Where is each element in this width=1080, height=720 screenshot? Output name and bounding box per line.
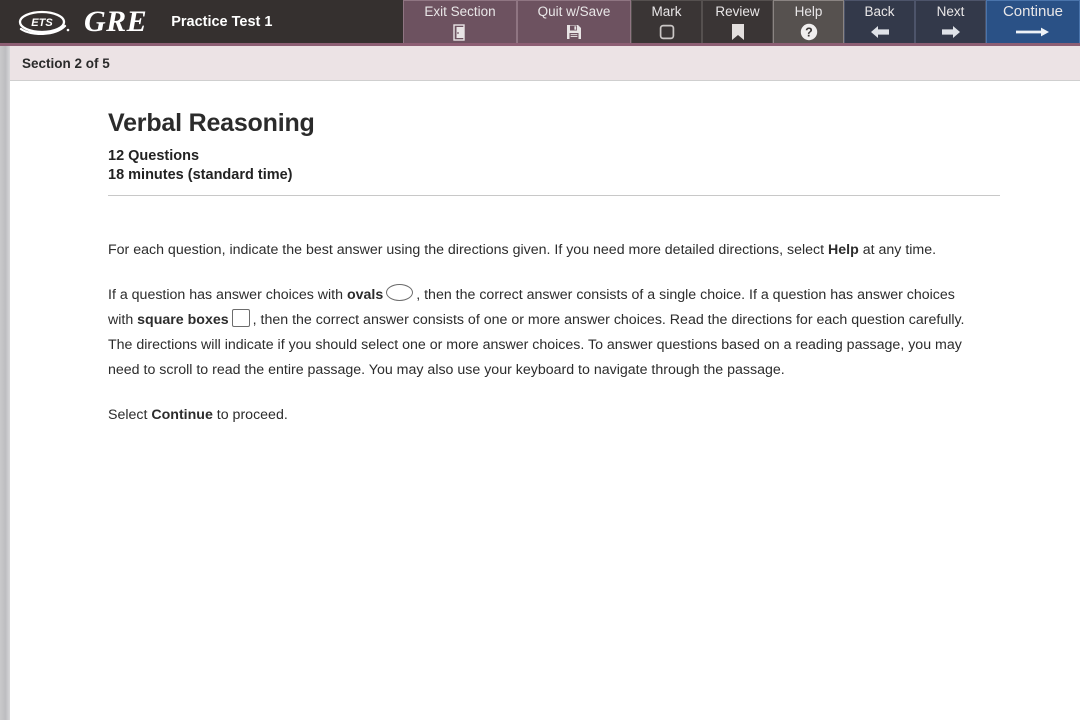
arrow-right-icon: [940, 21, 962, 43]
directions-paragraph-1: For each question, indicate the best ans…: [108, 238, 983, 263]
mark-label: Mark: [651, 4, 682, 19]
bookmark-icon: [731, 21, 745, 43]
long-arrow-right-icon: [1016, 21, 1050, 43]
gre-test-window: ETS GRE Practice Test 1 Exit Section Qui…: [0, 0, 1080, 720]
quit-with-save-button[interactable]: Quit w/Save: [517, 0, 631, 43]
square-box-answer-choice-icon: [231, 309, 250, 327]
oval-answer-choice-icon: [386, 284, 414, 301]
section-meta: 12 Questions 18 minutes (standard time): [108, 147, 1000, 185]
help-button[interactable]: Help ?: [773, 0, 844, 43]
continue-button[interactable]: Continue: [986, 0, 1080, 43]
p1-part-a: For each question, indicate the best ans…: [108, 242, 829, 258]
p3-part-b: to proceed.: [212, 407, 288, 423]
exit-door-icon: [452, 21, 468, 43]
p2-part-a: If a question has answer choices with: [108, 287, 347, 303]
quit-with-save-label: Quit w/Save: [537, 4, 611, 19]
back-label: Back: [864, 4, 895, 19]
page-title: Practice Test 1: [171, 13, 273, 30]
review-label: Review: [715, 4, 760, 19]
p1-part-b: at any time.: [858, 242, 937, 258]
content-pane: Verbal Reasoning 12 Questions 18 minutes…: [10, 82, 1080, 720]
section-title: Verbal Reasoning: [108, 109, 315, 137]
next-label: Next: [936, 4, 965, 19]
p1-bold-help: Help: [828, 242, 859, 258]
arrow-left-icon: [869, 21, 891, 43]
p2-bold-ovals: ovals: [346, 287, 384, 303]
section-indicator-text: Section 2 of 5: [22, 55, 110, 71]
title-divider: [108, 195, 1000, 196]
help-label: Help: [794, 4, 823, 19]
directions-paragraph-2: If a question has answer choices with ov…: [108, 283, 983, 383]
top-toolbar: ETS GRE Practice Test 1 Exit Section Qui…: [0, 0, 1080, 46]
toolbar-button-group: Exit Section Quit w/Save Mark Review Hel…: [403, 0, 1080, 43]
review-button[interactable]: Review: [702, 0, 773, 43]
back-button[interactable]: Back: [844, 0, 915, 43]
p2-bold-square-boxes: square boxes: [137, 312, 229, 328]
content-inner: Verbal Reasoning 12 Questions 18 minutes…: [10, 82, 1000, 428]
time-limit: 18 minutes (standard time): [108, 167, 293, 183]
window-left-gutter: [0, 46, 10, 720]
floppy-disk-save-icon: [566, 21, 582, 43]
p3-part-a: Select: [108, 407, 152, 423]
question-count: 12 Questions: [108, 148, 200, 164]
exit-section-label: Exit Section: [424, 4, 496, 19]
exit-section-button[interactable]: Exit Section: [403, 0, 517, 43]
gre-wordmark: GRE: [84, 4, 148, 38]
ets-logo-icon: ETS: [18, 10, 70, 35]
svg-text:?: ?: [805, 25, 813, 39]
svg-text:ETS: ETS: [31, 17, 53, 29]
brand-area: ETS GRE Practice Test 1: [0, 0, 272, 43]
p3-bold-continue: Continue: [151, 407, 213, 423]
section-indicator-bar: Section 2 of 5: [10, 46, 1080, 81]
directions-paragraph-3: Select Continue to proceed.: [108, 403, 983, 428]
checkbox-empty-icon: [659, 21, 675, 43]
question-mark-circle-icon: ?: [800, 21, 818, 43]
next-button[interactable]: Next: [915, 0, 986, 43]
continue-label: Continue: [1002, 3, 1064, 20]
mark-button[interactable]: Mark: [631, 0, 702, 43]
